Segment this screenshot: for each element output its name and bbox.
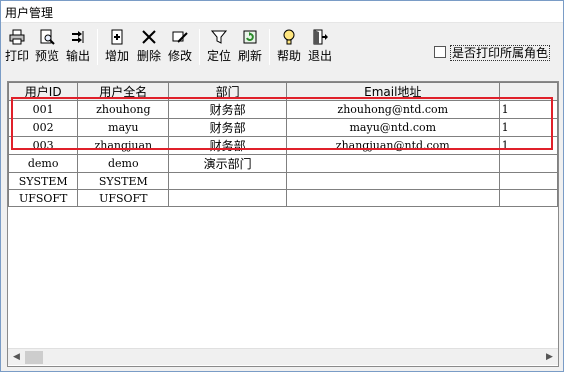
locate-label: 定位	[206, 49, 231, 63]
checkbox-box[interactable]	[434, 46, 446, 58]
table-row[interactable]: 003 zhangjuan 财务部 zhangjuan@ntd.com 1	[8, 136, 558, 155]
column-header-department[interactable]: 部门	[168, 82, 287, 101]
cell-department[interactable]	[168, 172, 287, 190]
delete-label: 删除	[136, 49, 161, 63]
delete-button[interactable]: 删除	[136, 27, 162, 67]
cell-user-id[interactable]: 002	[8, 118, 79, 137]
cell-email[interactable]: mayu@ntd.com	[285, 118, 500, 137]
print-label: 打印	[4, 49, 29, 63]
table-row[interactable]: 002 mayu 财务部 mayu@ntd.com 1	[8, 118, 558, 137]
cell-department[interactable]: 演示部门	[168, 154, 287, 173]
export-icon	[72, 31, 84, 43]
cell-extra[interactable]: 1	[498, 118, 558, 137]
exit-label: 退出	[307, 49, 332, 63]
export-label: 输出	[65, 49, 90, 63]
column-header-user-id[interactable]: 用户ID	[8, 82, 79, 101]
refresh-button[interactable]: 刷新	[237, 27, 263, 67]
refresh-icon	[243, 30, 257, 44]
table-row[interactable]: UFSOFT UFSOFT	[8, 189, 558, 207]
cell-email[interactable]	[285, 154, 500, 173]
window-title: 用户管理	[5, 6, 54, 20]
add-icon	[111, 29, 123, 45]
help-icon	[283, 29, 295, 45]
column-header-email[interactable]: Email地址	[285, 82, 500, 101]
cell-extra[interactable]: 1	[498, 100, 558, 119]
cell-user-id[interactable]: 003	[8, 136, 79, 155]
help-button[interactable]: 帮助	[276, 27, 302, 67]
cell-user-id[interactable]: UFSOFT	[8, 189, 79, 207]
edit-label: 修改	[167, 49, 192, 63]
cell-email[interactable]	[285, 189, 500, 207]
cell-full-name[interactable]: demo	[77, 154, 170, 173]
preview-icon	[40, 29, 55, 45]
edit-icon	[172, 31, 188, 43]
cell-full-name[interactable]: mayu	[77, 118, 170, 137]
export-button[interactable]: 输出	[65, 27, 91, 67]
cell-extra[interactable]: 1	[498, 136, 558, 155]
exit-button[interactable]: 退出	[307, 27, 333, 67]
locate-button[interactable]: 定位	[206, 27, 232, 67]
table-row[interactable]: demo demo 演示部门	[8, 154, 558, 173]
cell-department[interactable]: 财务部	[168, 136, 287, 155]
scroll-right-arrow-icon[interactable]: ▶	[541, 349, 558, 366]
toolbar-separator	[97, 29, 98, 65]
preview-button[interactable]: 预览	[34, 27, 60, 67]
add-button[interactable]: 增加	[104, 27, 130, 67]
title-bar: 用户管理	[1, 1, 563, 23]
edit-button[interactable]: 修改	[167, 27, 193, 67]
exit-icon	[313, 29, 328, 45]
cell-department[interactable]: 财务部	[168, 100, 287, 119]
printer-icon	[9, 29, 25, 45]
user-management-window: 用户管理 打印 预览 输出 增加 删除 修改 定位 刷新 帮助 退出 是否打印所…	[0, 0, 564, 372]
cell-extra[interactable]	[498, 172, 558, 190]
print-button[interactable]: 打印	[4, 27, 30, 67]
cell-extra[interactable]	[498, 189, 558, 207]
toolbar-separator	[199, 29, 200, 65]
cell-extra[interactable]	[498, 154, 558, 173]
cell-department[interactable]	[168, 189, 287, 207]
preview-label: 预览	[34, 49, 59, 63]
column-header-full-name[interactable]: 用户全名	[77, 82, 170, 101]
help-label: 帮助	[276, 49, 301, 63]
add-label: 增加	[104, 49, 129, 63]
cell-full-name[interactable]: zhangjuan	[77, 136, 170, 155]
cell-email[interactable]	[285, 172, 500, 190]
refresh-label: 刷新	[237, 49, 262, 63]
delete-icon	[142, 30, 156, 44]
cell-department[interactable]: 财务部	[168, 118, 287, 137]
table-header-row: 用户ID 用户全名 部门 Email地址	[8, 82, 558, 101]
cell-email[interactable]: zhangjuan@ntd.com	[285, 136, 500, 155]
cell-full-name[interactable]: UFSOFT	[77, 189, 170, 207]
column-header-extra[interactable]	[498, 82, 558, 101]
cell-user-id[interactable]: SYSTEM	[8, 172, 79, 190]
scroll-left-arrow-icon[interactable]: ◀	[8, 349, 25, 366]
user-table[interactable]: 用户ID 用户全名 部门 Email地址 001 zhouhong 财务部 zh…	[7, 81, 559, 367]
cell-full-name[interactable]: SYSTEM	[77, 172, 170, 190]
table-row[interactable]: SYSTEM SYSTEM	[8, 172, 558, 190]
cell-user-id[interactable]: demo	[8, 154, 79, 173]
scroll-thumb[interactable]	[25, 351, 43, 364]
table-row[interactable]: 001 zhouhong 财务部 zhouhong@ntd.com 1	[8, 100, 558, 119]
toolbar-separator	[269, 29, 270, 65]
horizontal-scrollbar[interactable]: ◀ ▶	[8, 348, 558, 365]
cell-email[interactable]: zhouhong@ntd.com	[285, 100, 500, 119]
filter-icon	[211, 30, 227, 44]
cell-full-name[interactable]: zhouhong	[77, 100, 170, 119]
show-roles-label: 是否打印所属角色	[450, 45, 551, 61]
cell-user-id[interactable]: 001	[8, 100, 79, 119]
